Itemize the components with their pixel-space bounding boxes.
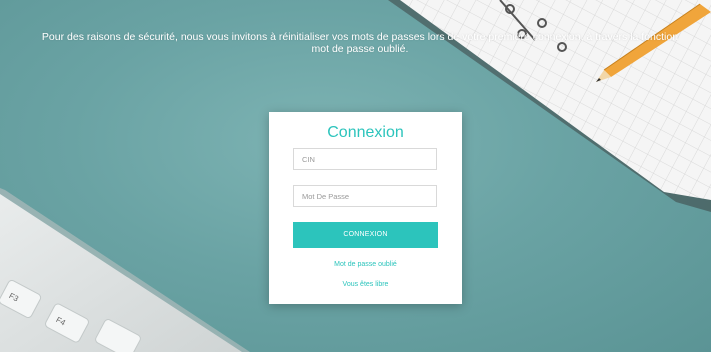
login-card: Connexion CONNEXION Mot de passe oublié … [269,112,462,304]
cin-input[interactable] [293,148,437,170]
login-title: Connexion [327,124,404,141]
security-notice: Pour des raisons de sécurité, nous vous … [41,31,679,55]
connexion-button[interactable]: CONNEXION [293,222,438,248]
password-input[interactable] [293,185,437,207]
forgot-password-link[interactable]: Mot de passe oublié [269,260,462,269]
login-page: F3 F4 Pour des raisons de sécurité, nous… [0,0,711,352]
vous-etes-libre-link[interactable]: Vous êtes libre [269,280,462,289]
keyboard: F3 F4 [0,188,250,352]
